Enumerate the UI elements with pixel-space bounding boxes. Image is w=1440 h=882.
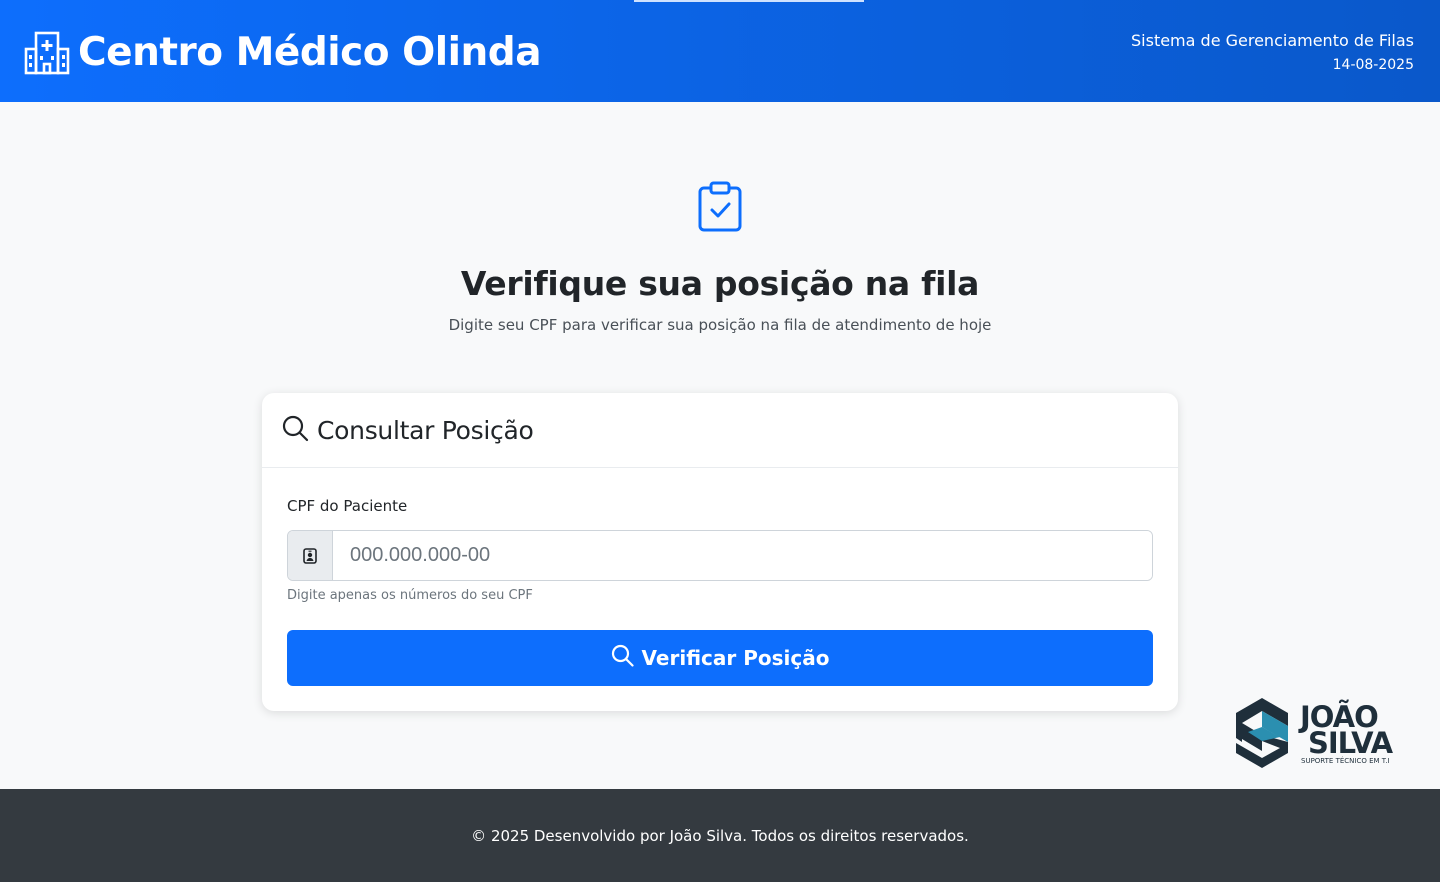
card-title: Consultar Posição [317, 415, 534, 445]
page-subtitle: Digite seu CPF para verificar sua posiçã… [448, 316, 992, 334]
header-accent-line [634, 0, 864, 2]
top-header: Centro Médico Olinda Sistema de Gerencia… [0, 0, 1440, 102]
cpf-input-group [287, 530, 1153, 581]
company-logo: JOÃO SILVA SUPORTE TÉCNICO EM T.I [1234, 696, 1394, 770]
logo-text-line2: SILVA [1308, 726, 1393, 760]
page-footer: © 2025 Desenvolvido por João Silva. Todo… [0, 789, 1440, 882]
person-badge-icon [288, 531, 333, 580]
brand-title: Centro Médico Olinda [78, 30, 542, 75]
cpf-input[interactable] [333, 531, 1152, 580]
search-icon [282, 415, 309, 446]
hero-section: Verifique sua posição na fila Digite seu… [0, 180, 1440, 336]
current-date: 14-08-2025 [1332, 57, 1414, 73]
footer-copyright: © 2025 Desenvolvido por João Silva. Todo… [471, 826, 969, 845]
verify-button-label: Verificar Posição [641, 646, 830, 670]
card-body: CPF do Paciente Digite apenas os números… [262, 468, 1178, 686]
search-icon [611, 644, 634, 672]
header-info: Sistema de Gerenciamento de Filas 14-08-… [1131, 30, 1414, 76]
verify-position-button[interactable]: Verificar Posição [287, 630, 1153, 686]
page-title: Verifique sua posição na fila [460, 264, 980, 303]
logo-mark-icon [1236, 698, 1288, 768]
consult-card: Consultar Posição CPF do Paciente Digite… [262, 393, 1178, 711]
cpf-label: CPF do Paciente [287, 497, 408, 515]
brand[interactable]: Centro Médico Olinda [24, 29, 542, 77]
logo-tagline: SUPORTE TÉCNICO EM T.I [1301, 757, 1390, 765]
clipboard-check-icon [696, 180, 744, 238]
system-name: Sistema de Gerenciamento de Filas [1131, 31, 1414, 50]
hospital-icon [24, 31, 70, 75]
cpf-help-text: Digite apenas os números do seu CPF [287, 588, 533, 603]
card-header: Consultar Posição [262, 393, 1178, 468]
